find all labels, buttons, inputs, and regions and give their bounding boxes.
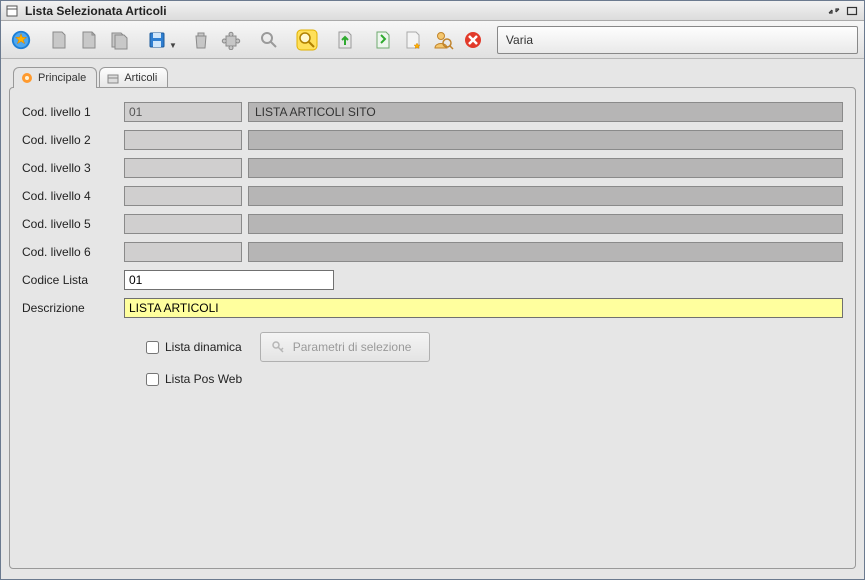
row-cod-livello-2: Cod. livello 2 <box>22 130 843 150</box>
search-button[interactable] <box>255 26 283 54</box>
key-icon <box>271 340 285 354</box>
doc-button-2[interactable] <box>75 26 103 54</box>
row-cod-livello-4: Cod. livello 4 <box>22 186 843 206</box>
label-cod1: Cod. livello 1 <box>22 105 118 119</box>
window-title: Lista Selezionata Articoli <box>25 4 820 18</box>
field-desc5 <box>248 214 843 234</box>
checkbox-lista-dinamica-input[interactable] <box>146 341 159 354</box>
field-desc1: LISTA ARTICOLI SITO <box>248 102 843 122</box>
field-cod5 <box>124 214 242 234</box>
window-controls <box>826 4 860 18</box>
row-cod-livello-5: Cod. livello 5 <box>22 214 843 234</box>
row-codice-lista: Codice Lista <box>22 270 843 290</box>
window-icon <box>5 4 19 18</box>
doc-green-button[interactable] <box>369 26 397 54</box>
parametri-selezione-button: Parametri di selezione <box>260 332 431 362</box>
input-descrizione[interactable] <box>124 298 843 318</box>
tab-principale[interactable]: Principale <box>13 67 97 88</box>
field-cod4 <box>124 186 242 206</box>
mode-display: Varia <box>497 26 858 54</box>
field-cod2 <box>124 130 242 150</box>
label-codice-lista: Codice Lista <box>22 273 118 287</box>
restore-icon[interactable] <box>826 4 842 18</box>
row-descrizione: Descrizione <box>22 298 843 318</box>
row-cod-livello-3: Cod. livello 3 <box>22 158 843 178</box>
puzzle-button[interactable] <box>217 26 245 54</box>
parametri-selezione-label: Parametri di selezione <box>293 340 412 354</box>
label-cod3: Cod. livello 3 <box>22 161 118 175</box>
field-cod1: 01 <box>124 102 242 122</box>
field-desc2 <box>248 130 843 150</box>
search-highlight-button[interactable] <box>293 26 321 54</box>
new-star-button[interactable] <box>7 26 35 54</box>
row-lista-pos-web: Lista Pos Web <box>146 372 843 386</box>
toolbar: ▼ Varia <box>1 21 864 59</box>
tab-panel-principale: Cod. livello 1 01 LISTA ARTICOLI SITO Co… <box>9 87 856 569</box>
window-frame: Lista Selezionata Articoli ▼ <box>0 0 865 580</box>
checkbox-lista-pos-web-input[interactable] <box>146 373 159 386</box>
label-cod6: Cod. livello 6 <box>22 245 118 259</box>
tab-articoli[interactable]: Articoli <box>99 67 168 88</box>
field-desc4 <box>248 186 843 206</box>
maximize-icon[interactable] <box>844 4 860 18</box>
row-cod-livello-6: Cod. livello 6 <box>22 242 843 262</box>
close-button[interactable] <box>459 26 487 54</box>
field-desc6 <box>248 242 843 262</box>
row-cod-livello-1: Cod. livello 1 01 LISTA ARTICOLI SITO <box>22 102 843 122</box>
label-cod5: Cod. livello 5 <box>22 217 118 231</box>
find-user-button[interactable] <box>429 26 457 54</box>
doc-star-button[interactable] <box>399 26 427 54</box>
input-codice-lista[interactable] <box>124 270 334 290</box>
content-area: Principale Articoli Cod. livello 1 01 LI… <box>1 59 864 579</box>
trash-button[interactable] <box>187 26 215 54</box>
checkbox-lista-dinamica[interactable]: Lista dinamica <box>146 340 242 354</box>
tab-articoli-label: Articoli <box>124 72 157 84</box>
label-cod4: Cod. livello 4 <box>22 189 118 203</box>
save-button[interactable] <box>143 26 171 54</box>
checkbox-lista-dinamica-label: Lista dinamica <box>165 340 242 354</box>
box-icon <box>106 71 120 85</box>
title-bar: Lista Selezionata Articoli <box>1 1 864 21</box>
export-button[interactable] <box>331 26 359 54</box>
label-cod2: Cod. livello 2 <box>22 133 118 147</box>
row-lista-dinamica: Lista dinamica Parametri di selezione <box>146 332 843 362</box>
mode-label: Varia <box>506 33 533 47</box>
tab-principale-label: Principale <box>38 72 86 84</box>
field-cod6 <box>124 242 242 262</box>
label-descrizione: Descrizione <box>22 301 118 315</box>
doc-button-1[interactable] <box>45 26 73 54</box>
field-desc3 <box>248 158 843 178</box>
checkbox-lista-pos-web-label: Lista Pos Web <box>165 372 242 386</box>
gear-star-icon <box>20 71 34 85</box>
tab-strip: Principale Articoli <box>9 67 856 88</box>
field-cod3 <box>124 158 242 178</box>
doc-button-3[interactable] <box>105 26 133 54</box>
checkbox-lista-pos-web[interactable]: Lista Pos Web <box>146 372 242 386</box>
